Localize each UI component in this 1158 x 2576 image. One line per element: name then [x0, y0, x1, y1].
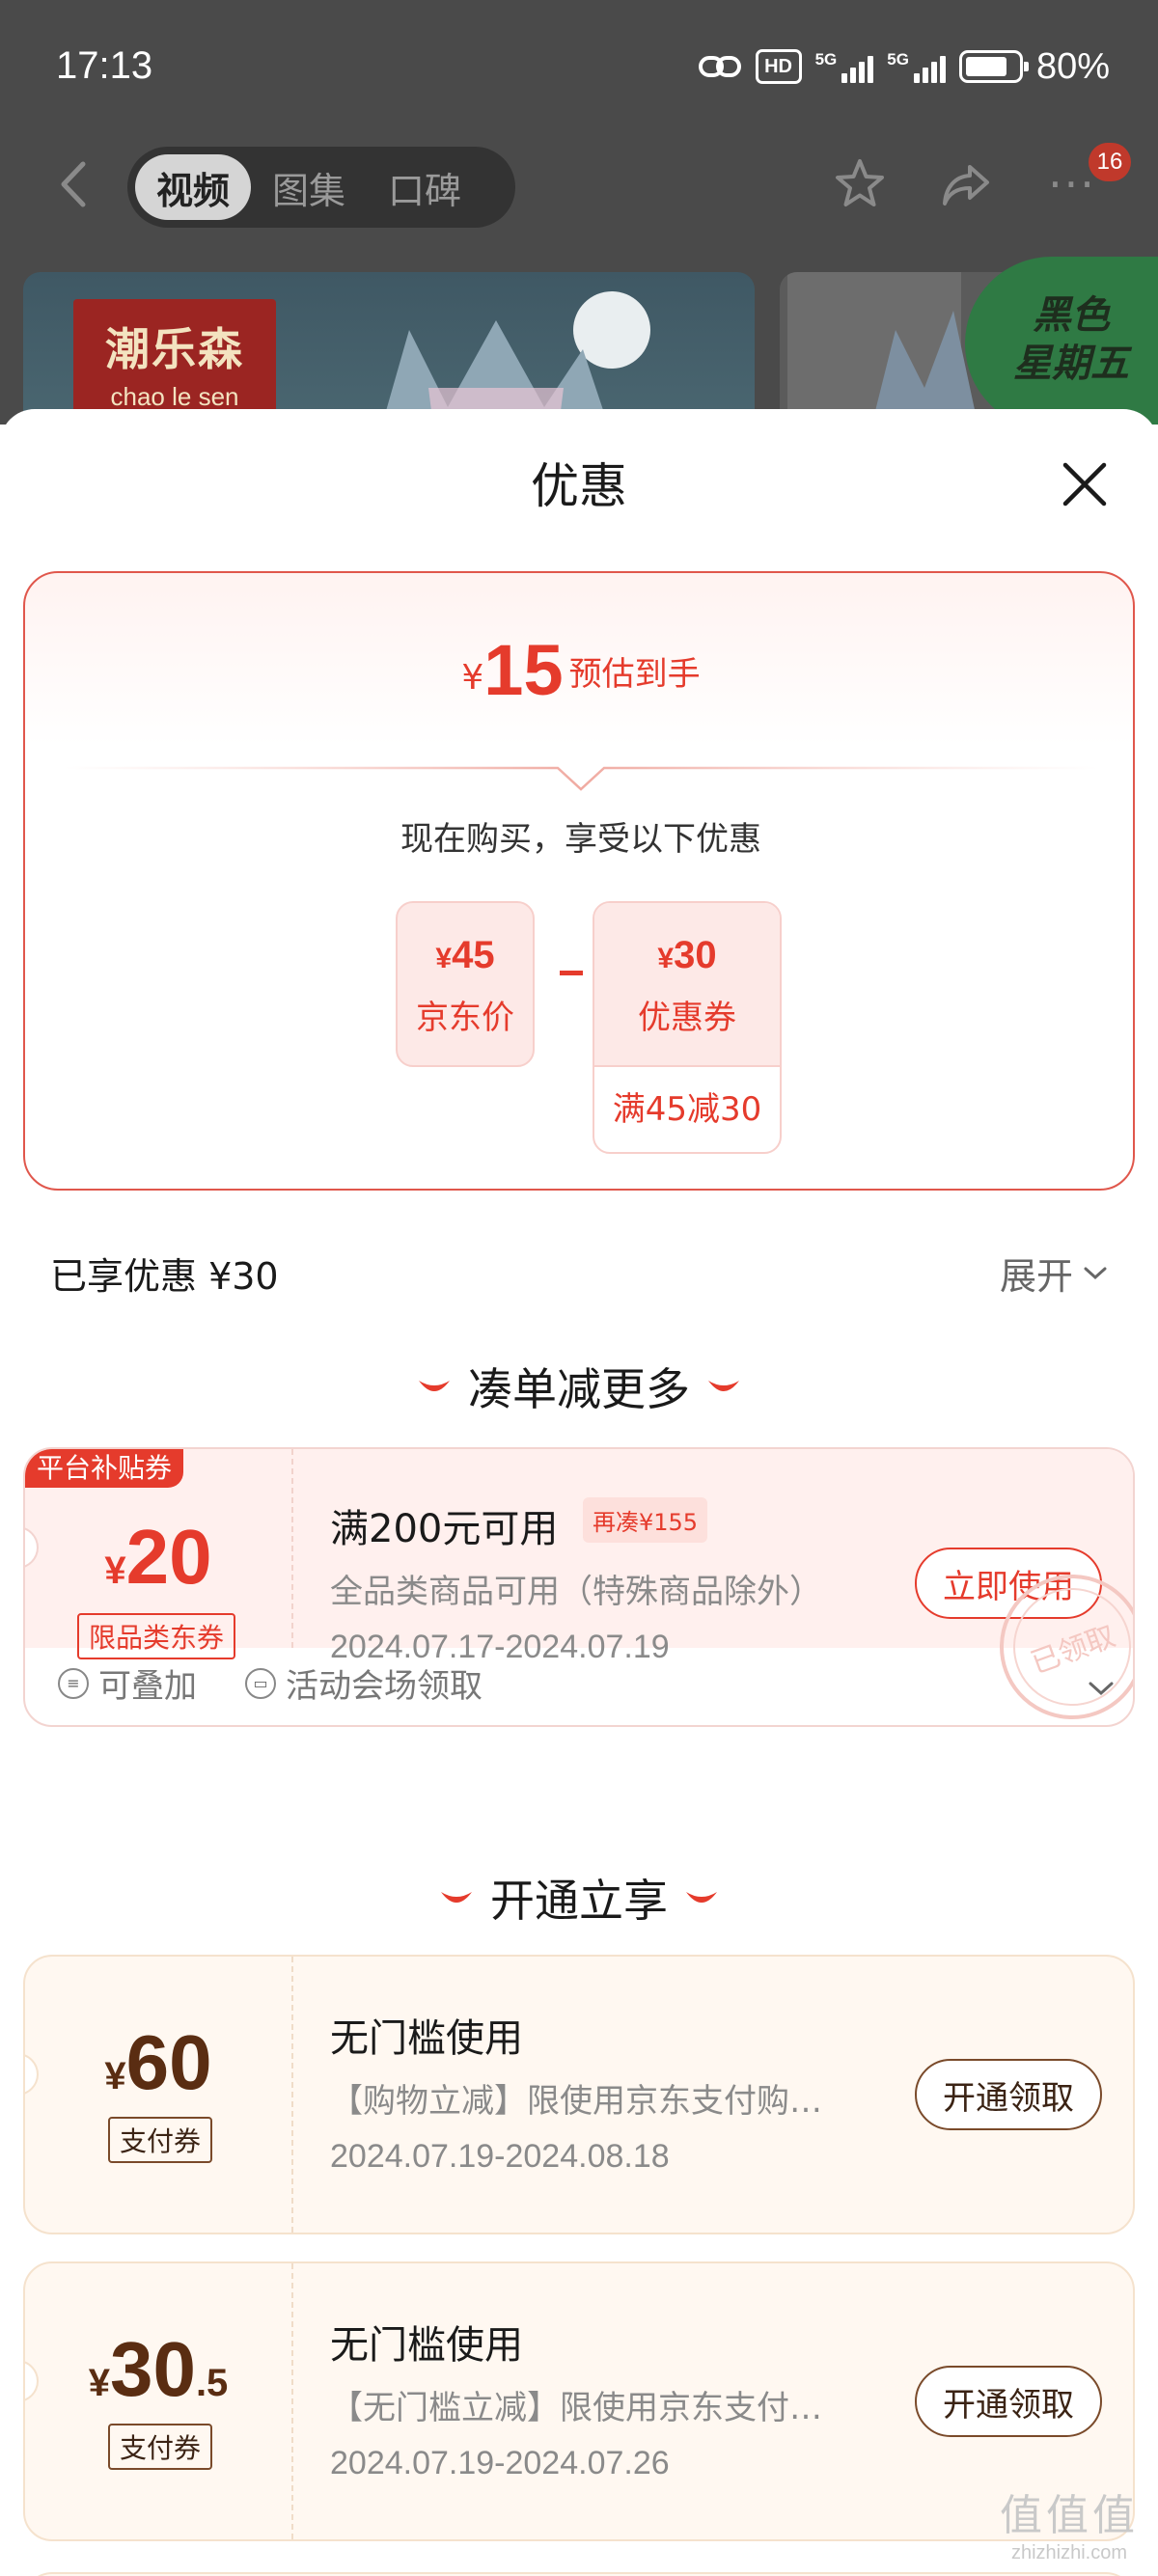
signal-icon: 5G	[815, 50, 874, 83]
coupon-condition: 满45减30	[612, 1090, 762, 1129]
payment-coupon-card: ¥60 支付券 无门槛使用 【购物立减】限使用京东支付购… 2024.07.19…	[23, 1955, 1135, 2234]
coupon-date: 2024.07.19-2024.08.18	[330, 2138, 670, 2175]
coupon-title: 无门槛使用	[330, 2016, 523, 2061]
section-title-open: 开通立享	[0, 1866, 1158, 1930]
minus-sign	[560, 971, 583, 975]
coupon-amount: ¥20	[104, 1514, 212, 1600]
status-bar: 17:13 HD 5G 5G 80%	[0, 0, 1158, 135]
smile-icon	[708, 1381, 739, 1391]
jd-price-box: ¥45 京东价	[396, 901, 535, 1067]
status-time: 17:13	[56, 44, 153, 87]
hd-icon: HD	[755, 49, 802, 84]
battery-percent: 80%	[1035, 45, 1110, 87]
coupon-date: 2024.07.19-2024.07.26	[330, 2445, 670, 2481]
signal-icon-2: 5G	[887, 50, 946, 83]
activate-claim-button[interactable]: 开通领取	[915, 2366, 1102, 2437]
smile-icon	[441, 1892, 472, 1903]
share-icon[interactable]	[934, 152, 998, 216]
enjoyed-discount: 已享优惠 ¥30	[50, 1255, 279, 1298]
platform-coupon-card: 平台补贴券 ¥20 限品类东券 满200元可用 再凑¥155 全品类商品可用（特…	[23, 1447, 1135, 1727]
product-image[interactable]: 潮乐森 chao le sen	[23, 272, 755, 425]
tab-gallery[interactable]: 图集	[251, 154, 367, 220]
coupon-desc: 【购物立减】限使用京东支付购…	[330, 2082, 822, 2121]
coupon-kind: 限品类东券	[77, 1613, 236, 1659]
section-title-more: 凑单减更多	[0, 1355, 1158, 1418]
tab-reviews[interactable]: 口碑	[367, 154, 482, 220]
notification-badge: 16	[1089, 143, 1131, 181]
coupon-title: 满200元可用	[330, 1507, 559, 1551]
coupon-kind: 支付券	[108, 2117, 213, 2163]
coupon-desc: 全品类商品可用（特殊商品除外）	[330, 1573, 822, 1611]
smile-icon	[419, 1381, 450, 1391]
coupon-kind: 支付券	[108, 2424, 213, 2470]
status-icons: HD 5G 5G 80%	[698, 42, 1110, 91]
close-icon[interactable]	[1056, 455, 1114, 513]
battery-icon	[958, 50, 1029, 83]
coupon-tag: 平台补贴券	[25, 1449, 184, 1488]
ticket-icon: ▭	[245, 1667, 276, 1699]
star-icon[interactable]	[828, 152, 892, 216]
coupon-value-box: ¥30 优惠券 满45减30	[593, 901, 782, 1154]
payment-coupon-card: ¥30.5 支付券 无门槛使用 【无门槛立减】限使用京东支付… 2024.07.…	[23, 2261, 1135, 2541]
activate-claim-button[interactable]: 开通领取	[915, 2059, 1102, 2130]
product-figure	[382, 291, 650, 425]
add-more-pill: 再凑¥155	[583, 1497, 708, 1543]
chevron-down-icon	[1084, 1267, 1107, 1279]
discount-sheet: 优惠 ¥15 预估到手 现在购买，享受以下优惠 ¥45 京东价 ¥30 优惠券 满…	[0, 409, 1158, 2576]
estimated-price: ¥15 预估到手	[461, 630, 701, 710]
background-page: 17:13 HD 5G 5G 80% 视频 图集 口碑 ··· 16 潮乐森 c…	[0, 0, 1158, 425]
link-icon	[698, 52, 742, 81]
expand-button[interactable]: 展开	[1000, 1247, 1108, 1300]
coupon-amount: ¥30.5	[88, 2326, 229, 2412]
brand-logo: 潮乐森 chao le sen	[73, 299, 276, 425]
divider-arrow	[64, 766, 1098, 791]
buy-now-text: 现在购买，享受以下优惠	[400, 820, 761, 859]
back-icon[interactable]	[50, 158, 98, 210]
chevron-down-icon[interactable]	[1087, 1679, 1116, 1698]
nav-bar: 视频 图集 口碑 ···	[0, 135, 1158, 232]
media-tab-switch: 视频 图集 口碑	[127, 147, 515, 228]
coupon-title: 无门槛使用	[330, 2323, 523, 2368]
coupon-desc: 【无门槛立减】限使用京东支付…	[330, 2389, 822, 2427]
black-friday-badge: 黑色 星期五	[965, 257, 1158, 425]
sheet-title: 优惠	[531, 458, 627, 514]
tab-video[interactable]: 视频	[135, 154, 252, 220]
stack-icon: ≡	[58, 1667, 89, 1699]
coupon-amount: ¥60	[104, 2019, 212, 2105]
watermark: 值值值 zhizhizhi.com	[1000, 2491, 1139, 2563]
coupon-footer: ≡ 可叠加 ▭ 活动会场领取	[58, 1659, 482, 1707]
next-coupon-card	[23, 2572, 1135, 2576]
price-summary-card: ¥15 预估到手 现在购买，享受以下优惠 ¥45 京东价 ¥30 优惠券 满45减…	[23, 571, 1135, 1191]
smile-icon	[686, 1892, 717, 1903]
